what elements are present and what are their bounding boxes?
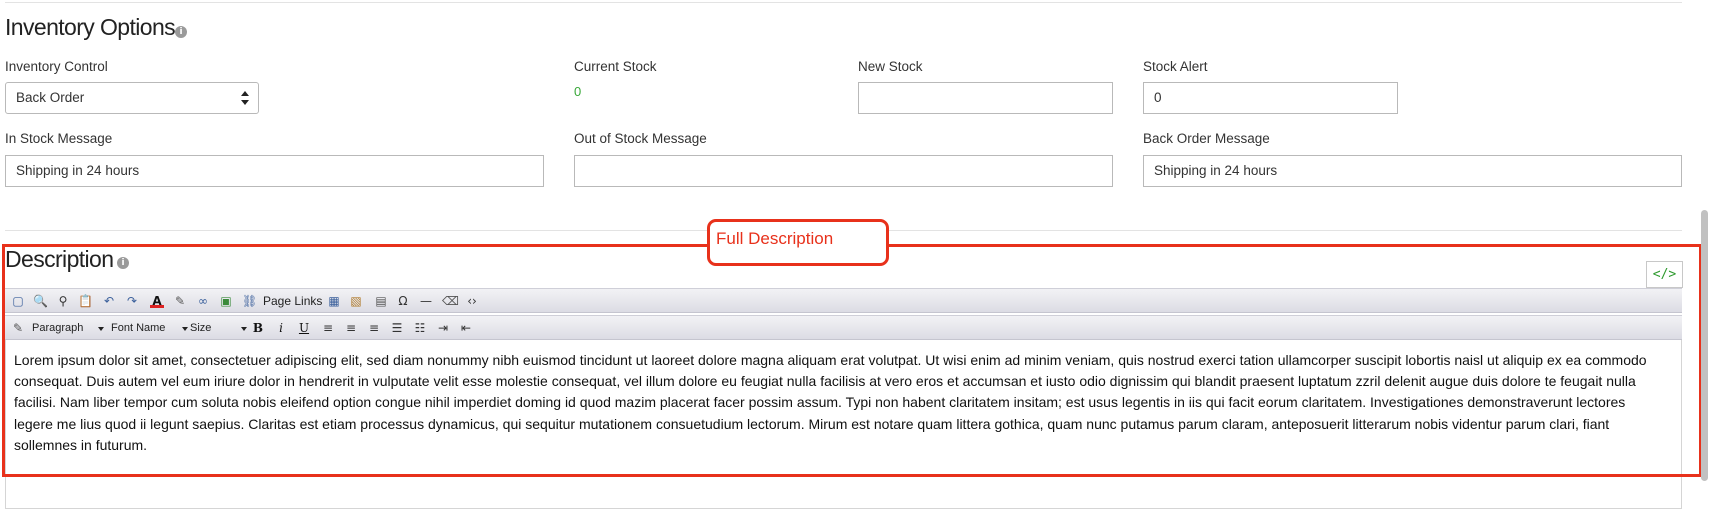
top-divider (5, 2, 1682, 3)
full-description-callout: Full Description (707, 219, 889, 266)
new-stock-label: New Stock (858, 59, 923, 74)
full-description-highlight-box (2, 244, 1702, 477)
current-stock-value: 0 (574, 84, 582, 99)
stock-alert-label: Stock Alert (1143, 59, 1208, 74)
select-arrows-icon (241, 91, 249, 105)
page-scrollbar[interactable] (1701, 210, 1708, 481)
current-stock-label: Current Stock (574, 59, 657, 74)
inventory-options-title: Inventory Options (5, 14, 176, 40)
new-stock-input[interactable] (858, 82, 1113, 114)
back-order-message-label: Back Order Message (1143, 131, 1270, 146)
inventory-control-label: Inventory Control (5, 59, 108, 74)
info-icon[interactable]: i (175, 26, 187, 38)
inventory-control-select[interactable]: Back Order (5, 82, 259, 114)
in-stock-message-label: In Stock Message (5, 131, 113, 146)
inventory-control-value: Back Order (16, 90, 85, 105)
in-stock-message-input[interactable]: Shipping in 24 hours (5, 155, 544, 187)
back-order-message-input[interactable]: Shipping in 24 hours (1143, 155, 1682, 187)
stock-alert-input[interactable]: 0 (1143, 82, 1398, 114)
out-of-stock-message-input[interactable] (574, 155, 1113, 187)
out-of-stock-message-label: Out of Stock Message (574, 131, 707, 146)
